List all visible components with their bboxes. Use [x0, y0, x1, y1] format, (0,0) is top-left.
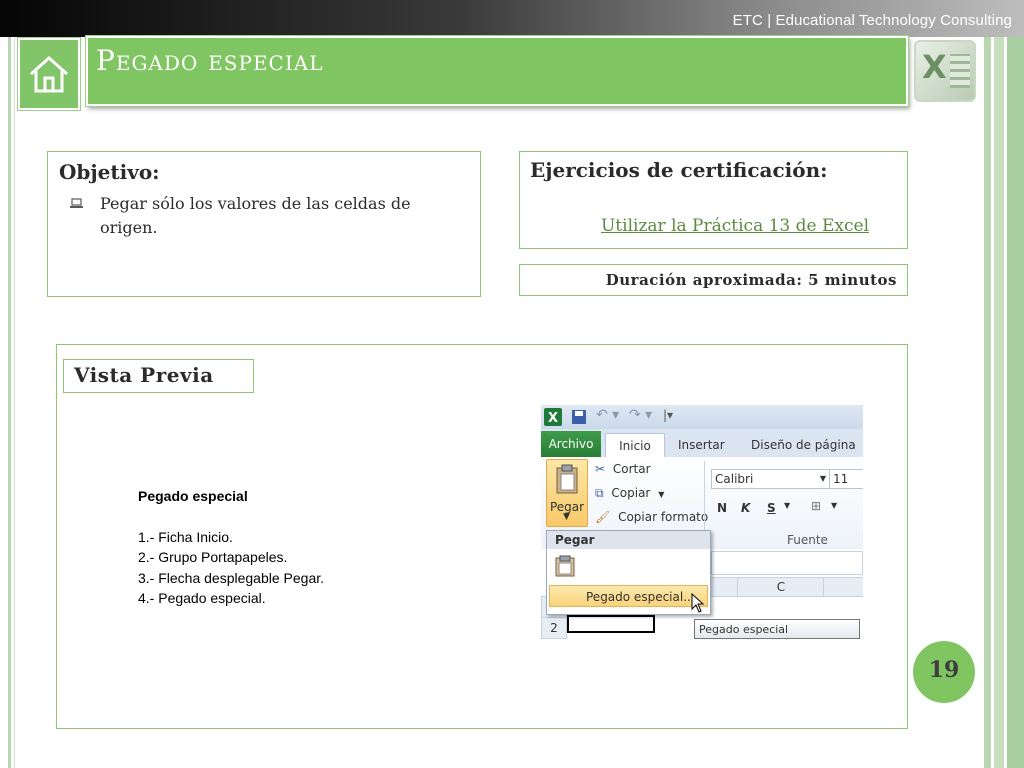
home-button[interactable]: [18, 38, 80, 110]
page-number-badge: 19: [913, 641, 975, 703]
column-header-c[interactable]: C: [737, 577, 825, 597]
formula-bar[interactable]: fx: [682, 551, 863, 575]
left-stripe-thin: [14, 37, 15, 768]
font-size-select[interactable]: 11: [829, 469, 863, 489]
save-icon[interactable]: [571, 409, 587, 425]
dropdown-heading: Pegar: [547, 531, 710, 549]
selected-cell[interactable]: [567, 615, 655, 633]
page-number: 19: [928, 657, 960, 683]
format-painter-icon: 🖌: [595, 510, 611, 524]
home-icon: [30, 55, 68, 93]
step-item: 2.- Grupo Portapapeles.: [138, 549, 288, 565]
objetivo-item-text: Pegar sólo los valores de las celdas de …: [100, 194, 411, 237]
tab-diseno-pagina[interactable]: Diseño de página: [751, 433, 856, 457]
font-name-select[interactable]: Calibri ▼: [711, 469, 830, 489]
right-stripes: [978, 37, 1024, 768]
laptop-bullet-icon: [70, 198, 83, 208]
duracion-box: Duración aproximada: 5 minutos: [519, 264, 908, 296]
bold-button[interactable]: N: [717, 501, 727, 515]
objetivo-item: Pegar sólo los valores de las celdas de …: [70, 192, 472, 240]
cortar-label: Cortar: [612, 462, 651, 476]
objetivo-box: Objetivo: Pegar sólo los valores de las …: [47, 151, 481, 297]
step-item: 3.- Flecha desplegable Pegar.: [138, 569, 325, 586]
font-name-value: Calibri: [715, 472, 754, 486]
certificacion-heading: Ejercicios de certificación:: [530, 158, 828, 182]
copiar-button[interactable]: ⧉ Copiar ▼: [595, 486, 664, 501]
brand-text: ETC | Educational Technology Consulting: [732, 12, 1012, 29]
borders-icon[interactable]: ⊞: [811, 499, 821, 513]
steps-list: Pegado especial 1.- Ficha Inicio. 2.- Gr…: [138, 486, 324, 609]
duracion-text: Duración aproximada: 5 minutos: [605, 271, 897, 289]
chevron-down-icon: ▼: [658, 490, 665, 499]
step-item: 4.- Pegado especial.: [138, 590, 266, 606]
redo-icon[interactable]: ↷ ▾: [629, 407, 652, 423]
top-banner: ETC | Educational Technology Consulting: [0, 0, 1024, 37]
vista-previa-heading: Vista Previa: [74, 363, 214, 387]
clipboard-icon: [556, 464, 578, 494]
copiar-formato-button[interactable]: 🖌 Copiar formato: [595, 510, 708, 524]
row-header-2[interactable]: 2: [541, 617, 567, 639]
font-size-value: 11: [833, 472, 849, 486]
certificacion-box: Ejercicios de certificación: Utilizar la…: [519, 151, 908, 249]
underline-button[interactable]: S: [767, 501, 776, 515]
customize-qat-icon[interactable]: |▾: [663, 408, 673, 422]
excel-app-icon: X: [544, 408, 562, 426]
pegado-especial-menu-item[interactable]: Pegado especial...: [549, 585, 708, 607]
excel-logo-icon: X: [914, 40, 976, 102]
pegar-dropdown-menu: Pegar Pegado especial...: [546, 530, 711, 615]
quick-access-toolbar: X ↶ ▾ ↷ ▾ |▾: [541, 405, 863, 429]
title-bar: Pegado especial: [86, 36, 908, 106]
chevron-down-icon: ▼: [819, 474, 826, 483]
chevron-down-icon[interactable]: ▼: [784, 501, 790, 510]
chevron-down-icon: ▼: [563, 512, 570, 522]
tab-archivo[interactable]: Archivo: [541, 431, 601, 457]
cursor-icon: [691, 593, 705, 613]
copiar-formato-label: Copiar formato: [618, 510, 709, 524]
column-header-d[interactable]: [823, 577, 863, 597]
pegado-especial-tooltip: Pegado especial (Ctrl+Alt+G): [694, 619, 860, 639]
undo-icon[interactable]: ↶ ▾: [596, 407, 619, 423]
tab-inicio[interactable]: Inicio: [605, 433, 665, 458]
objetivo-heading: Objetivo:: [59, 160, 160, 184]
ribbon-tabs: Archivo Inicio Insertar Diseño de página: [541, 429, 863, 458]
left-stripe: [8, 37, 11, 768]
vista-previa-tab: Vista Previa: [63, 359, 254, 393]
clipboard-icon[interactable]: [555, 555, 575, 577]
copy-icon: ⧉: [595, 486, 604, 500]
scissors-icon: ✂: [595, 462, 606, 476]
chevron-down-icon[interactable]: ▼: [831, 501, 837, 510]
italic-button[interactable]: K: [741, 501, 750, 515]
practica-link[interactable]: Utilizar la Práctica 13 de Excel: [601, 216, 869, 236]
step-item: 1.- Ficha Inicio.: [138, 528, 233, 545]
svg-text:X: X: [548, 411, 558, 426]
tab-insertar[interactable]: Insertar: [678, 433, 725, 457]
excel-screenshot: X ↶ ▾ ↷ ▾ |▾ Archivo Inicio Insertar Dis…: [541, 405, 863, 643]
pegar-button[interactable]: Pegar ▼: [546, 459, 588, 527]
fuente-group-label: Fuente: [787, 533, 828, 547]
page-title: Pegado especial: [96, 44, 324, 77]
copiar-label: Copiar: [611, 486, 651, 500]
steps-title: Pegado especial: [138, 488, 248, 504]
cortar-button[interactable]: ✂ Cortar: [595, 462, 651, 476]
